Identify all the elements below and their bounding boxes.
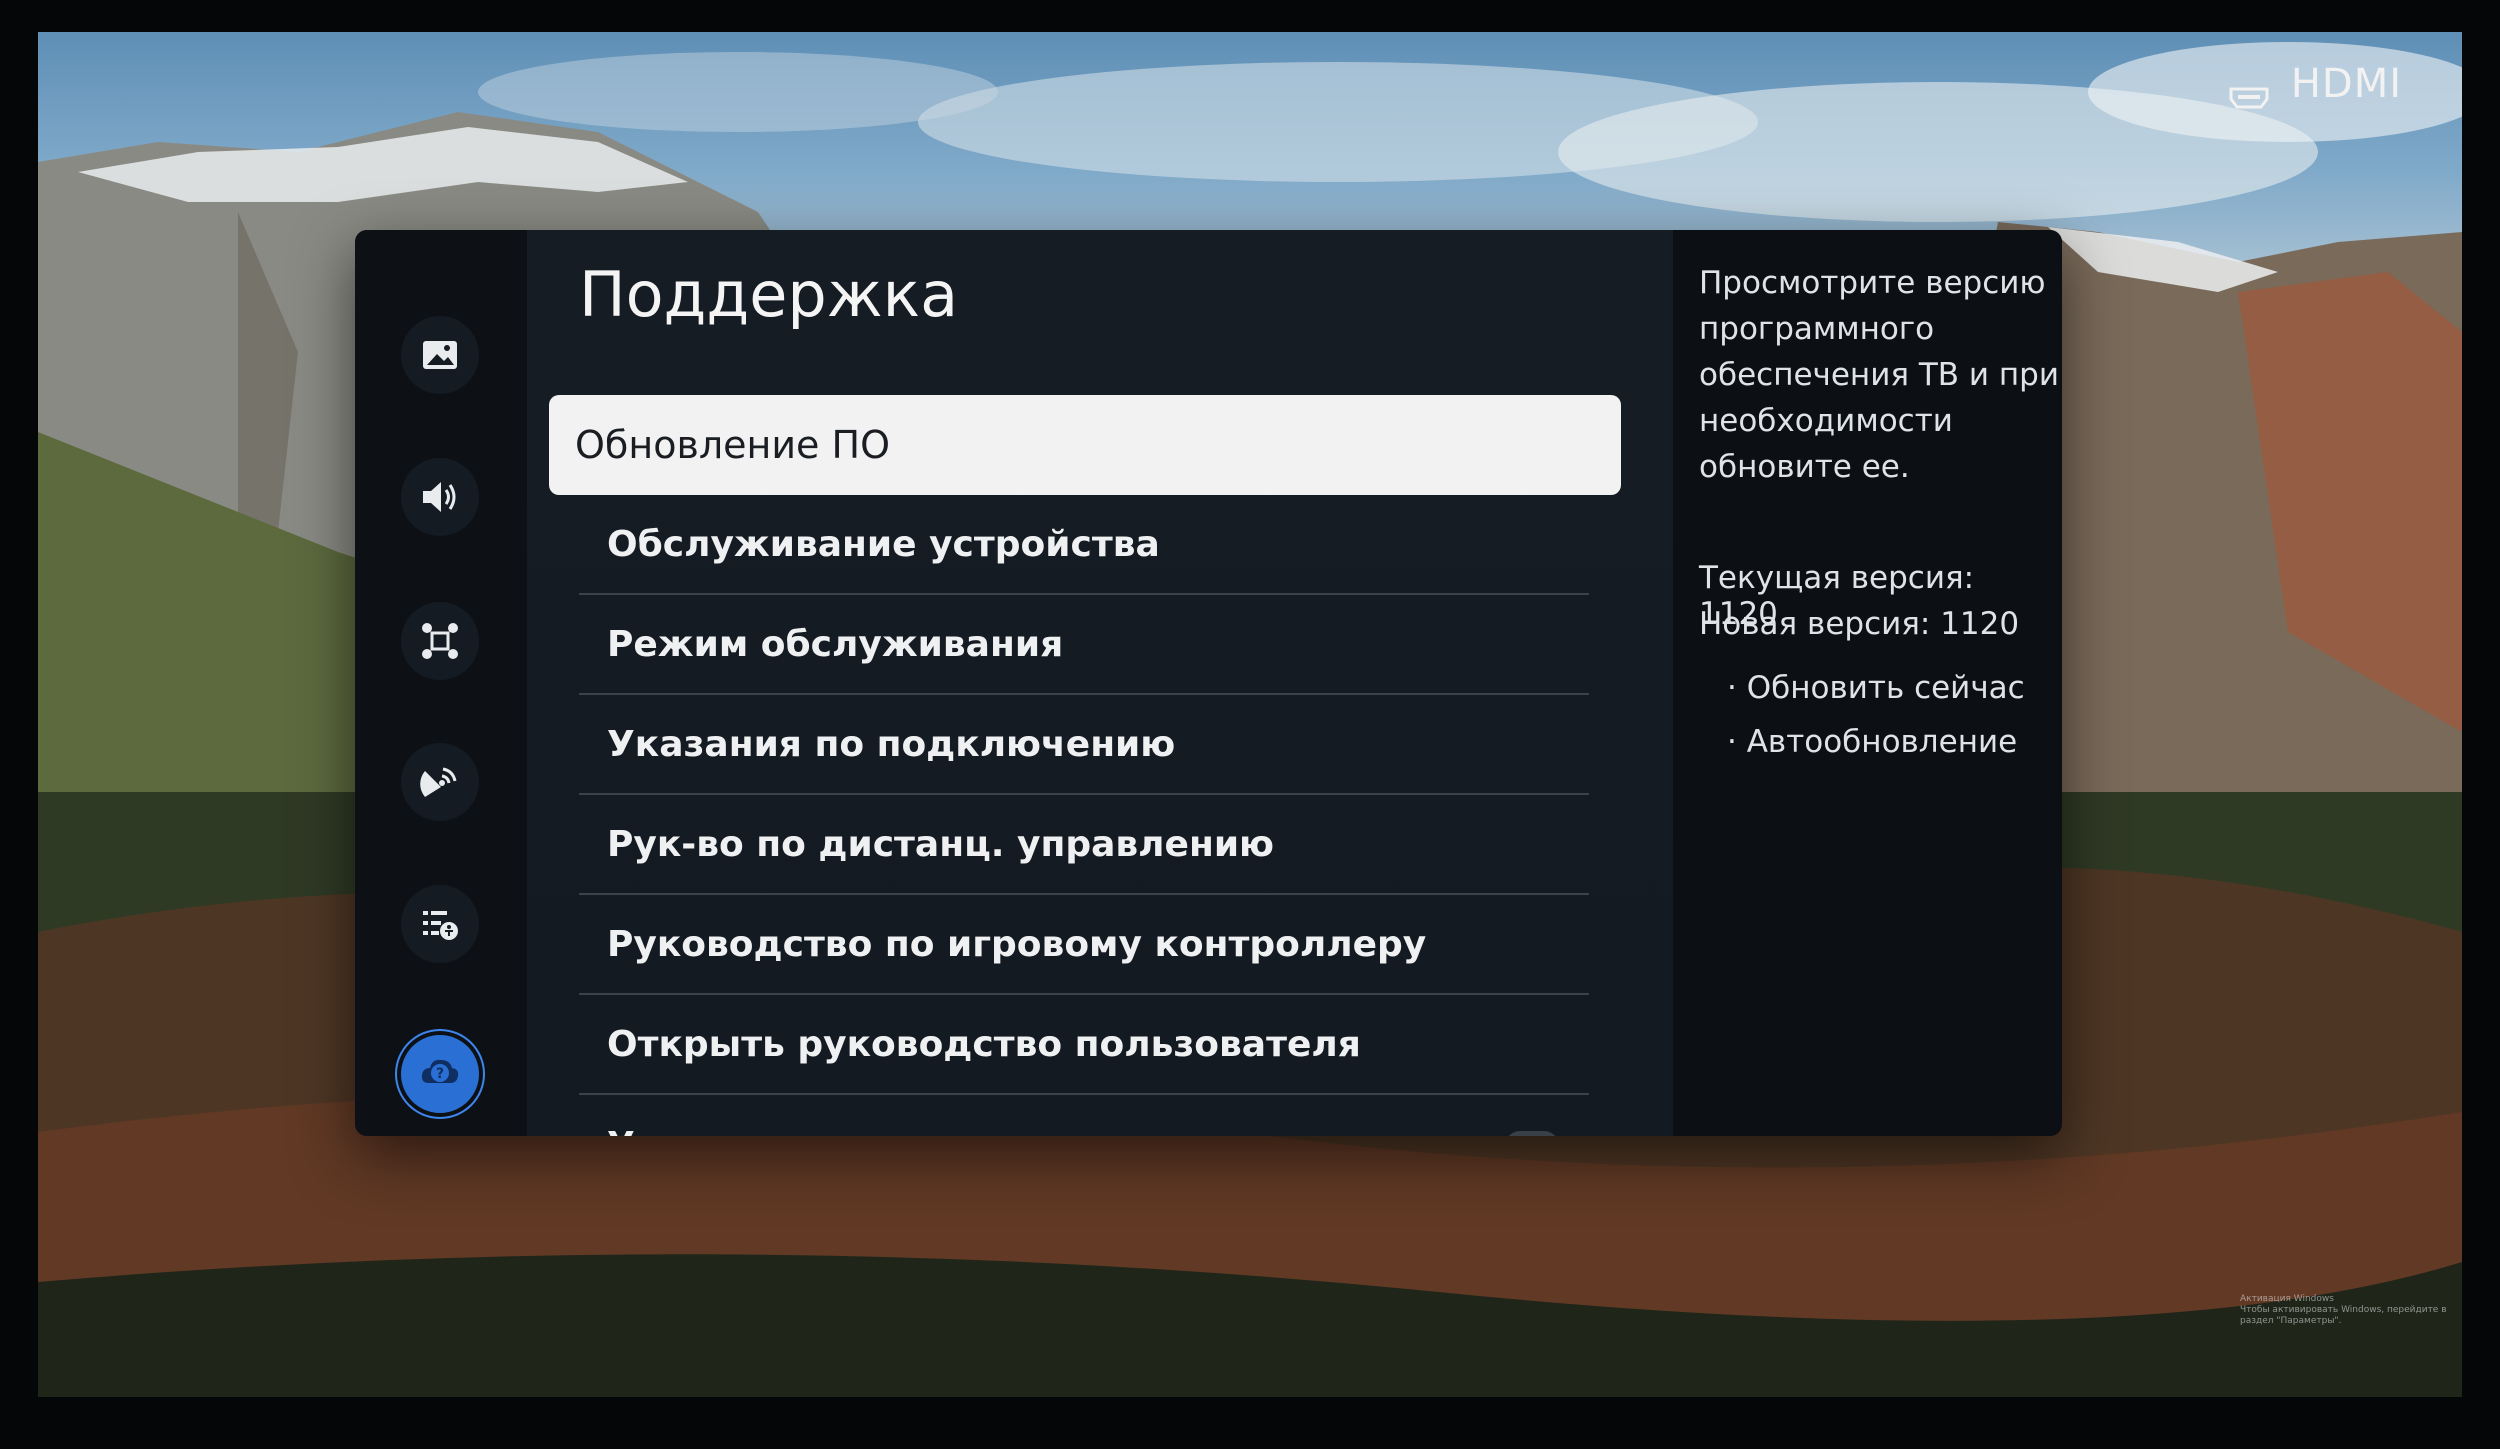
- connection-icon: [422, 623, 458, 659]
- sidebar-item-broadcast[interactable]: [401, 743, 479, 821]
- menu-item-user-manual[interactable]: Открыть руководство пользователя: [579, 995, 1589, 1095]
- sidebar-item-support[interactable]: ?: [401, 1035, 479, 1113]
- input-source-indicator: HDMI: [2229, 54, 2402, 114]
- menu-item-label: Рук-во по дистанц. управлению: [607, 823, 1275, 865]
- menu-item-label: Обновление ПО: [575, 423, 890, 467]
- svg-text:?: ?: [436, 1066, 444, 1082]
- info-panel: Просмотрите версию программного обеспече…: [1673, 230, 2062, 1136]
- accessibility-icon: [423, 911, 458, 940]
- sidebar-item-accessibility[interactable]: [401, 885, 479, 963]
- broadcast-icon: [420, 767, 457, 797]
- picture-icon: [423, 341, 457, 369]
- menu-item-label: Удаленное управление: [607, 1125, 1097, 1137]
- windows-activation-watermark: Активация Windows Чтобы активировать Win…: [2240, 1294, 2462, 1327]
- menu-item-label: Открыть руководство пользователя: [607, 1023, 1361, 1065]
- sidebar-item-picture[interactable]: [401, 316, 479, 394]
- remote-management-toggle[interactable]: [1505, 1131, 1559, 1136]
- page-title: Поддержка: [579, 258, 959, 331]
- support-menu: Поддержка Обновление ПО Обслуживание уст…: [527, 230, 1673, 1136]
- menu-item-service-mode[interactable]: Режим обслуживания: [579, 595, 1589, 695]
- new-version: Новая версия: 1120: [1699, 606, 2020, 642]
- info-description: Просмотрите версию программного обеспече…: [1699, 265, 2059, 485]
- menu-item-label: Указания по подключению: [607, 723, 1176, 765]
- settings-panel: ? Поддержка Обновление ПО Обслуживание у…: [355, 230, 2062, 1136]
- menu-item-software-update[interactable]: Обновление ПО: [549, 395, 1621, 495]
- menu-item-label: Режим обслуживания: [607, 623, 1064, 665]
- sound-icon: [423, 482, 456, 512]
- menu-item-remote-guide[interactable]: Рук-во по дистанц. управлению: [579, 795, 1589, 895]
- menu-item-game-controller-guide[interactable]: Руководство по игровому контроллеру: [579, 895, 1589, 995]
- watermark-line1: Активация Windows: [2240, 1294, 2334, 1304]
- menu-item-label: Обслуживание устройства: [607, 523, 1160, 565]
- option-label: Автообновление: [1746, 724, 2018, 760]
- watermark-line2: Чтобы активировать Windows, перейдите в …: [2240, 1305, 2447, 1326]
- menu-item-remote-management[interactable]: Удаленное управление: [579, 1095, 1589, 1136]
- menu-item-label: Руководство по игровому контроллеру: [607, 923, 1427, 965]
- input-source-label: HDMI: [2290, 61, 2402, 107]
- sidebar-item-connection[interactable]: [401, 602, 479, 680]
- option-label: Обновить сейчас: [1746, 670, 2025, 706]
- option-auto-update: · Автообновление: [1727, 724, 2018, 760]
- menu-item-device-care[interactable]: Обслуживание устройства: [579, 495, 1589, 595]
- sidebar-item-sound[interactable]: [401, 458, 479, 536]
- hdmi-icon: [2229, 73, 2269, 109]
- menu-item-connection-guide[interactable]: Указания по подключению: [579, 695, 1589, 795]
- support-icon: ?: [421, 1059, 459, 1083]
- option-update-now: · Обновить сейчас: [1727, 670, 2025, 706]
- settings-category-rail: ?: [355, 230, 527, 1136]
